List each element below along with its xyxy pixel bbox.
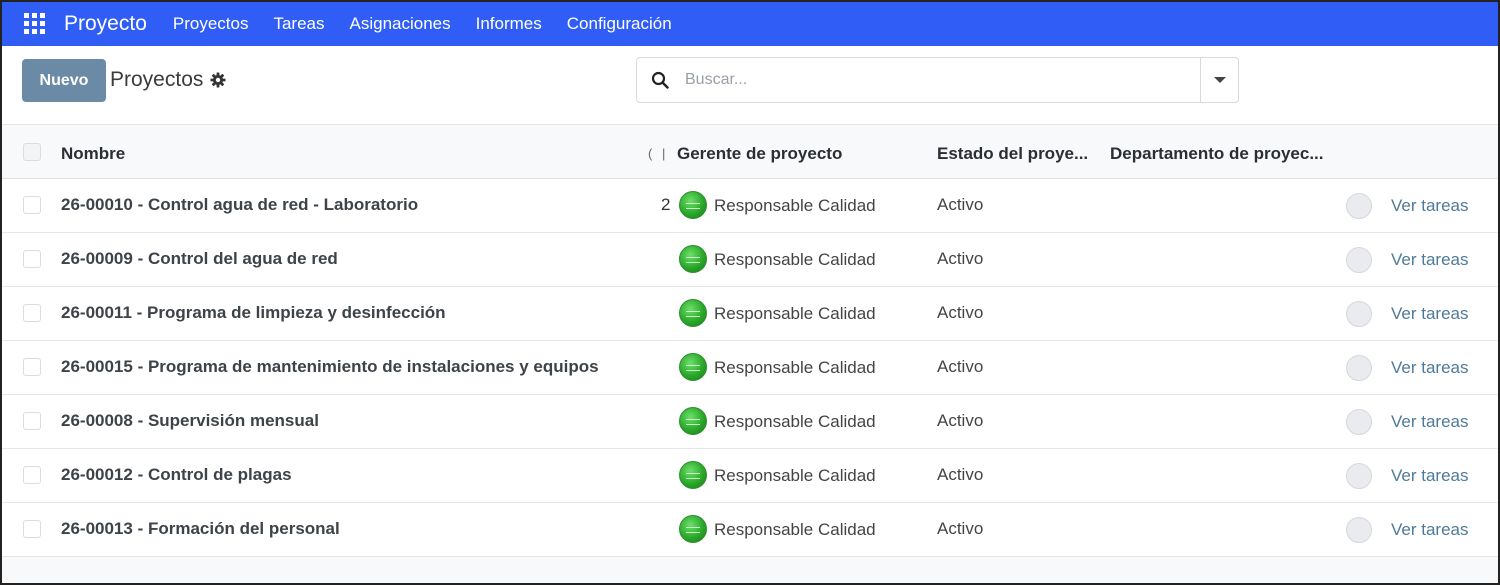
- manager-avatar: [679, 191, 707, 219]
- row-checkbox[interactable]: [23, 196, 41, 214]
- table-row[interactable]: 26-00012 - Control de plagas Responsable…: [2, 449, 1498, 503]
- search-input[interactable]: [685, 71, 1155, 89]
- menu-configuracion[interactable]: Configuración: [567, 14, 672, 34]
- search-icon: [651, 71, 669, 89]
- table-row[interactable]: 26-00010 - Control agua de red - Laborat…: [2, 179, 1498, 233]
- project-name: 26-00015 - Programa de mantenimiento de …: [61, 357, 599, 376]
- search-options-toggle[interactable]: [1200, 58, 1238, 102]
- project-status: Activo: [937, 249, 984, 268]
- manager-avatar: [679, 299, 707, 327]
- caret-down-icon: [1213, 77, 1226, 83]
- control-panel: Nuevo Proyectos: [2, 46, 1498, 124]
- status-circle-icon[interactable]: [1346, 517, 1372, 543]
- gear-icon[interactable]: [210, 72, 226, 88]
- column-header-department[interactable]: Departamento de proyec...: [1110, 144, 1324, 164]
- table-row[interactable]: 26-00011 - Programa de limpieza y desinf…: [2, 287, 1498, 341]
- table-header: Nombre ( | Gerente de proyecto Estado de…: [2, 124, 1498, 179]
- status-circle-icon[interactable]: [1346, 463, 1372, 489]
- project-name: 26-00013 - Formación del personal: [61, 519, 340, 538]
- status-circle-icon[interactable]: [1346, 301, 1372, 327]
- row-checkbox[interactable]: [23, 358, 41, 376]
- projects-table: Nombre ( | Gerente de proyecto Estado de…: [2, 124, 1498, 557]
- status-circle-icon[interactable]: [1346, 193, 1372, 219]
- project-name: 26-00010 - Control agua de red - Laborat…: [61, 195, 419, 214]
- row-checkbox[interactable]: [23, 412, 41, 430]
- app-window: Proyecto Proyectos Tareas Asignaciones I…: [0, 0, 1500, 585]
- row-checkbox[interactable]: [23, 304, 41, 322]
- project-name: 26-00011 - Programa de limpieza y desinf…: [61, 303, 446, 322]
- manager-name: Responsable Calidad: [714, 304, 876, 323]
- column-header-separator[interactable]: ( |: [648, 146, 668, 161]
- manager-name: Responsable Calidad: [714, 358, 876, 377]
- menu-asignaciones[interactable]: Asignaciones: [350, 14, 451, 34]
- table-row[interactable]: 26-00013 - Formación del personal Respon…: [2, 503, 1498, 557]
- column-header-manager[interactable]: Gerente de proyecto: [677, 144, 842, 164]
- project-status: Activo: [937, 411, 984, 430]
- row-checkbox[interactable]: [23, 466, 41, 484]
- project-status: Activo: [937, 357, 984, 376]
- page-title: Proyectos: [110, 68, 204, 91]
- row-checkbox[interactable]: [23, 520, 41, 538]
- menu-proyectos[interactable]: Proyectos: [173, 14, 249, 34]
- project-name: 26-00008 - Supervisión mensual: [61, 411, 319, 430]
- grid-apps-icon[interactable]: [24, 13, 46, 35]
- table-row[interactable]: 26-00015 - Programa de mantenimiento de …: [2, 341, 1498, 395]
- manager-avatar: [679, 461, 707, 489]
- project-name: 26-00009 - Control del agua de red: [61, 249, 338, 268]
- manager-avatar: [679, 245, 707, 273]
- view-tasks-link[interactable]: Ver tareas: [1391, 412, 1469, 432]
- manager-name: Responsable Calidad: [714, 412, 876, 431]
- search-bar: [636, 57, 1239, 103]
- row-checkbox[interactable]: [23, 250, 41, 268]
- menu-tareas[interactable]: Tareas: [273, 14, 324, 34]
- project-status: Activo: [937, 519, 984, 538]
- manager-avatar: [679, 407, 707, 435]
- new-button[interactable]: Nuevo: [22, 59, 106, 102]
- column-header-status[interactable]: Estado del proye...: [937, 144, 1088, 164]
- manager-name: Responsable Calidad: [714, 520, 876, 539]
- view-tasks-link[interactable]: Ver tareas: [1391, 466, 1469, 486]
- menu-informes[interactable]: Informes: [476, 14, 542, 34]
- table-row[interactable]: 26-00009 - Control del agua de red Respo…: [2, 233, 1498, 287]
- table-row[interactable]: 26-00008 - Supervisión mensual Responsab…: [2, 395, 1498, 449]
- view-tasks-link[interactable]: Ver tareas: [1391, 520, 1469, 540]
- view-tasks-link[interactable]: Ver tareas: [1391, 304, 1469, 324]
- manager-name: Responsable Calidad: [714, 466, 876, 485]
- project-name: 26-00012 - Control de plagas: [61, 465, 292, 484]
- project-status: Activo: [937, 465, 984, 484]
- view-tasks-link[interactable]: Ver tareas: [1391, 250, 1469, 270]
- manager-avatar: [679, 353, 707, 381]
- manager-name: Responsable Calidad: [714, 196, 876, 215]
- project-status: Activo: [937, 303, 984, 322]
- view-tasks-link[interactable]: Ver tareas: [1391, 196, 1469, 216]
- manager-avatar: [679, 515, 707, 543]
- table-footer-area: [2, 557, 1498, 583]
- status-circle-icon[interactable]: [1346, 355, 1372, 381]
- status-circle-icon[interactable]: [1346, 409, 1372, 435]
- app-brand[interactable]: Proyecto: [64, 12, 147, 36]
- view-tasks-link[interactable]: Ver tareas: [1391, 358, 1469, 378]
- top-navbar: Proyecto Proyectos Tareas Asignaciones I…: [2, 2, 1498, 46]
- project-count: 2: [661, 195, 671, 214]
- project-status: Activo: [937, 195, 984, 214]
- status-circle-icon[interactable]: [1346, 247, 1372, 273]
- column-header-name[interactable]: Nombre: [61, 144, 125, 164]
- manager-name: Responsable Calidad: [714, 250, 876, 269]
- select-all-checkbox[interactable]: [23, 143, 41, 161]
